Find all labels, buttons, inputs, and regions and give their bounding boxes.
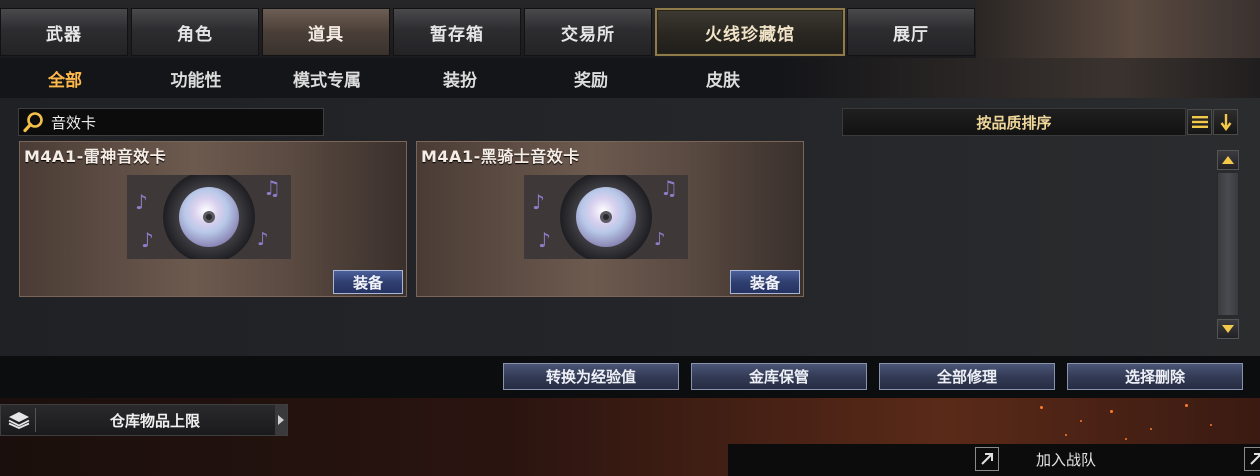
svg-text:♫: ♫ (263, 176, 281, 200)
subtab-functional[interactable]: 功能性 (131, 58, 261, 98)
scroll-down-icon[interactable] (1217, 319, 1239, 339)
repair-all-button[interactable]: 全部修理 (879, 363, 1055, 390)
music-disc-icon: ♪ ♪ ♫ ♪ (524, 171, 688, 263)
tab-collection[interactable]: 火线珍藏馆 (655, 8, 845, 56)
item-title: M4A1-黑骑士音效卡 (421, 147, 580, 166)
svg-text:♪: ♪ (257, 229, 269, 250)
item-card[interactable]: M4A1-雷神音效卡 ♪ ♪ ♫ ♪ 装备 (19, 141, 407, 297)
select-delete-button[interactable]: 选择删除 (1067, 363, 1243, 390)
tab-temp-storage[interactable]: 暂存箱 (393, 8, 521, 56)
scrollbar-thumb[interactable] (1217, 172, 1239, 316)
expand-icon[interactable] (1244, 447, 1260, 471)
item-card[interactable]: M4A1-黑骑士音效卡 ♪ ♪ ♫ ♪ 装备 (416, 141, 804, 297)
svg-text:♪: ♪ (532, 190, 545, 214)
tab-characters[interactable]: 角色 (131, 8, 259, 56)
subtab-dressup[interactable]: 装扮 (395, 58, 525, 98)
subtab-mode-exclusive[interactable]: 模式专属 (262, 58, 392, 98)
item-title: M4A1-雷神音效卡 (24, 147, 167, 166)
storage-limit-label: 仓库物品上限 (109, 411, 200, 430)
equip-button[interactable]: 装备 (333, 270, 403, 294)
divider (35, 408, 36, 432)
expand-icon[interactable] (975, 447, 999, 471)
storage-limit-bar[interactable]: 仓库物品上限 (0, 404, 288, 436)
svg-text:♫: ♫ (660, 176, 678, 200)
tab-items[interactable]: 道具 (262, 8, 390, 56)
layers-icon (5, 408, 33, 432)
search-box[interactable]: 音效卡 (18, 108, 324, 136)
svg-text:♪: ♪ (141, 228, 154, 252)
app-root: 武器 角色 道具 暂存箱 交易所 火线珍藏馆 展厅 全部 功能性 模式专属 装扮… (0, 0, 1260, 476)
vault-store-button[interactable]: 金库保管 (691, 363, 867, 390)
arrow-down-icon[interactable] (1213, 109, 1238, 135)
main-tab-bar: 武器 角色 道具 暂存箱 交易所 火线珍藏馆 展厅 (0, 0, 1260, 58)
svg-text:♪: ♪ (135, 190, 148, 214)
equip-button[interactable]: 装备 (730, 270, 800, 294)
svg-text:♪: ♪ (654, 229, 666, 250)
chevron-right-icon[interactable] (275, 405, 287, 435)
scroll-up-icon[interactable] (1217, 150, 1239, 170)
subtab-rewards[interactable]: 奖励 (526, 58, 656, 98)
tab-exchange[interactable]: 交易所 (524, 8, 652, 56)
sort-label: 按品质排序 (976, 113, 1052, 132)
join-squad-label[interactable]: 加入战队 (1036, 449, 1096, 470)
sub-tab-bar: 全部 功能性 模式专属 装扮 奖励 皮肤 (0, 58, 1260, 98)
svg-text:♪: ♪ (538, 228, 551, 252)
search-input[interactable]: 音效卡 (51, 112, 96, 133)
music-disc-icon: ♪ ♪ ♫ ♪ (127, 171, 291, 263)
tab-weapons[interactable]: 武器 (0, 8, 128, 56)
convert-exp-button[interactable]: 转换为经验值 (503, 363, 679, 390)
tab-showroom[interactable]: 展厅 (847, 8, 975, 56)
search-icon (19, 109, 49, 135)
sort-dropdown[interactable]: 按品质排序 (842, 108, 1186, 136)
subtab-all[interactable]: 全部 (0, 58, 130, 98)
subtab-skins[interactable]: 皮肤 (658, 58, 788, 98)
list-icon[interactable] (1187, 109, 1212, 135)
